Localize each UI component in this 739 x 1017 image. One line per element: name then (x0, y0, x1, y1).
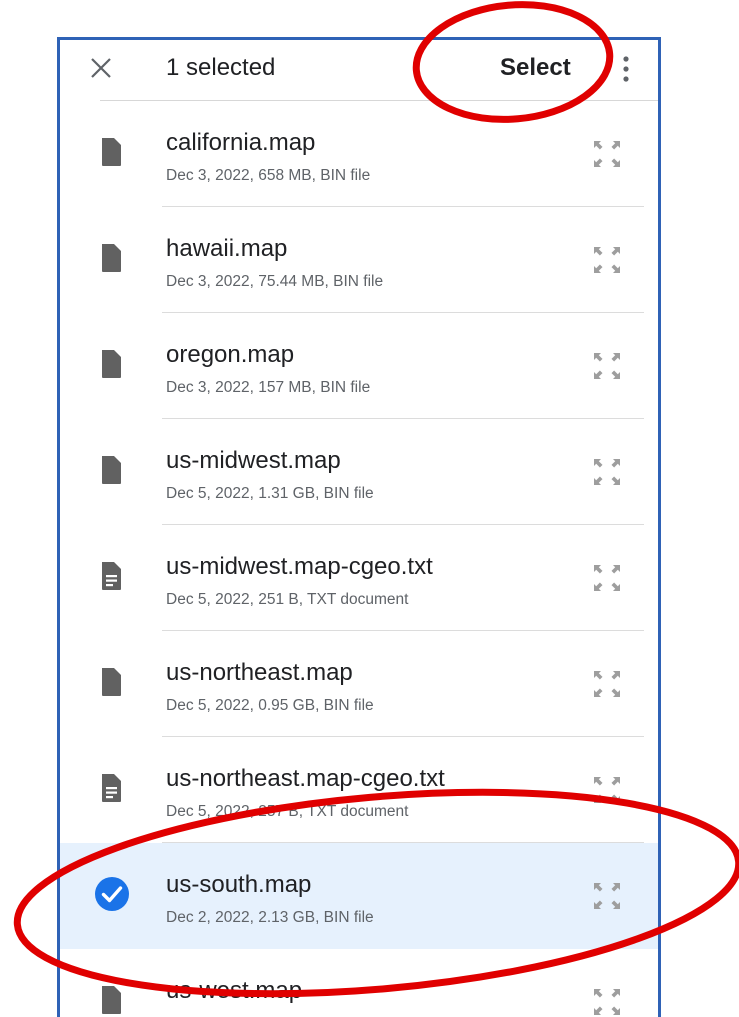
file-list-item[interactable]: oregon.map Dec 3, 2022, 157 MB, BIN file (60, 313, 658, 419)
file-icon (102, 350, 121, 378)
file-list-item[interactable]: us-northeast.map Dec 5, 2022, 0.95 GB, BI… (60, 631, 658, 737)
selection-count-title: 1 selected (166, 54, 276, 81)
expand-icon[interactable] (590, 879, 624, 913)
expand-icon[interactable] (590, 561, 624, 595)
expand-icon[interactable] (590, 349, 624, 383)
file-list-item[interactable]: us-northeast.map-cgeo.txt Dec 5, 2022, 25… (60, 737, 658, 843)
expand-icon[interactable] (590, 137, 624, 171)
file-list-item[interactable]: us-south.map Dec 2, 2022, 2.13 GB, BIN fi… (60, 843, 658, 949)
text-file-icon (102, 562, 121, 590)
file-meta: Dec 5, 2022, 257 B, TXT document (166, 803, 409, 820)
check-circle-icon[interactable] (93, 875, 131, 913)
file-icon (102, 986, 121, 1014)
file-list-item[interactable]: california.map Dec 3, 2022, 658 MB, BIN f… (60, 101, 658, 207)
file-meta: Dec 2, 2022, 2.13 GB, BIN file (166, 909, 374, 926)
file-name: hawaii.map (166, 235, 288, 262)
more-vert-icon[interactable] (619, 55, 633, 83)
file-name: us-northeast.map (166, 659, 353, 686)
file-name: california.map (166, 129, 316, 156)
file-meta: Dec 3, 2022, 157 MB, BIN file (166, 379, 371, 396)
file-picker-window: 1 selected Select california.map Dec 3, 2… (57, 37, 661, 1017)
expand-icon[interactable] (590, 773, 624, 807)
file-meta: Dec 5, 2022, 0.95 GB, BIN file (166, 697, 374, 714)
file-meta: Dec 5, 2022, 251 B, TXT document (166, 591, 409, 608)
expand-icon[interactable] (590, 667, 624, 701)
file-icon (102, 456, 121, 484)
file-list-item[interactable]: us-midwest.map-cgeo.txt Dec 5, 2022, 251 … (60, 525, 658, 631)
file-name: oregon.map (166, 341, 295, 368)
file-icon (102, 668, 121, 696)
file-name: us-midwest.map (166, 447, 341, 474)
file-name: us-midwest.map-cgeo.txt (166, 553, 433, 580)
text-file-icon (102, 774, 121, 802)
expand-icon[interactable] (590, 243, 624, 277)
file-meta: Dec 3, 2022, 75.44 MB, BIN file (166, 273, 384, 290)
select-button[interactable]: Select (500, 54, 571, 82)
file-name: us-south.map (166, 871, 312, 898)
file-meta: Dec 3, 2022, 658 MB, BIN file (166, 167, 371, 184)
file-name: us-northeast.map-cgeo.txt (166, 765, 445, 792)
file-list-item[interactable]: hawaii.map Dec 3, 2022, 75.44 MB, BIN fil… (60, 207, 658, 313)
file-list: california.map Dec 3, 2022, 658 MB, BIN f… (60, 101, 658, 1017)
expand-icon[interactable] (590, 985, 624, 1017)
file-icon (102, 244, 121, 272)
expand-icon[interactable] (590, 455, 624, 489)
app-bar: 1 selected Select (60, 40, 658, 100)
file-list-item[interactable]: us-midwest.map Dec 5, 2022, 1.31 GB, BIN … (60, 419, 658, 525)
file-meta: Dec 5, 2022, 1.31 GB, BIN file (166, 485, 374, 502)
file-icon (102, 138, 121, 166)
close-icon[interactable] (88, 55, 114, 81)
file-list-item[interactable]: us-west.map (60, 949, 658, 1017)
